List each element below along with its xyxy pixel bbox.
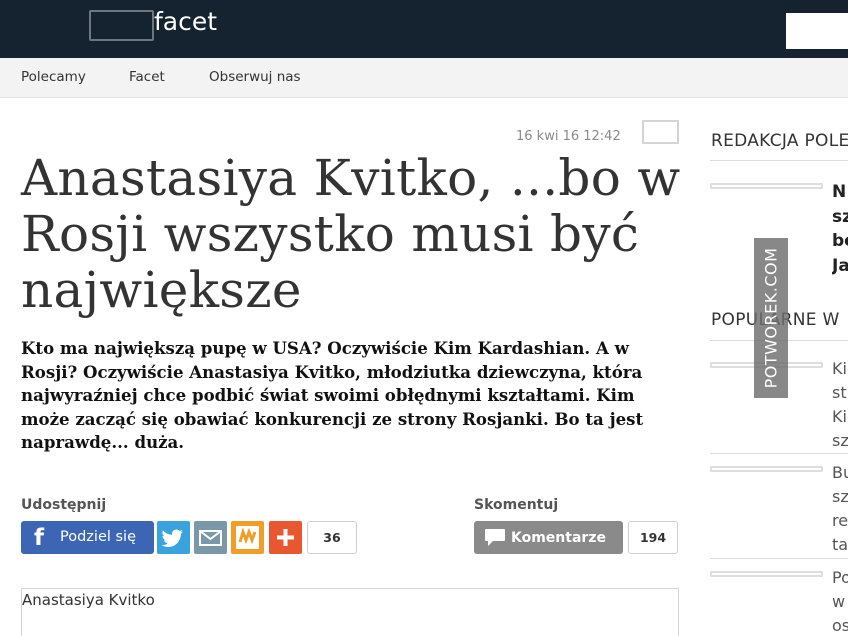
article-lead: Kto ma największą pupę w USA? Oczywiście…: [21, 338, 644, 452]
site-logo-text[interactable]: facet: [154, 6, 217, 38]
popular-line: ta: [832, 535, 848, 554]
popular-line: os: [832, 616, 848, 635]
popular-line: re: [832, 511, 848, 530]
popular-line: w: [832, 592, 846, 611]
watermark: POTWOREK.COM: [754, 238, 788, 398]
mail-icon: [199, 530, 222, 546]
sidebar-featured-text[interactable]: N sz be Ja: [832, 180, 848, 278]
popular-line: sz: [832, 431, 848, 450]
watermark-text: POTWOREK.COM: [761, 247, 781, 389]
popular-item-text[interactable]: Po w os: [832, 566, 848, 636]
logo-image-placeholder[interactable]: [89, 10, 154, 41]
sidebar-divider: [710, 453, 848, 454]
wykop-share-button[interactable]: [231, 521, 264, 554]
sidebar-thumb-placeholder[interactable]: [710, 466, 823, 472]
sidebar-line: sz: [832, 206, 848, 227]
comments-button[interactable]: Komentarze: [474, 521, 623, 554]
sidebar-heading-recommended: REDAKCJA POLECA: [711, 131, 848, 151]
sidebar-divider: [710, 160, 848, 161]
top-bar: facet: [0, 0, 848, 58]
comments-button-label: Komentarze: [511, 530, 606, 546]
sidebar-thumb-placeholder[interactable]: [710, 571, 823, 577]
search-input[interactable]: [786, 13, 848, 49]
popular-item-text[interactable]: Kie st Kie sz: [832, 357, 848, 453]
sidebar-thumb-placeholder[interactable]: [710, 183, 823, 189]
popular-line: Kie: [832, 359, 848, 378]
popular-line: st: [832, 383, 847, 402]
sidebar-line: N: [832, 182, 847, 202]
popular-line: Po: [832, 568, 848, 587]
facebook-share-button[interactable]: f Podziel się: [21, 521, 154, 554]
twitter-icon: [161, 529, 183, 547]
facebook-share-label: Podziel się: [60, 529, 137, 545]
more-share-button[interactable]: [269, 521, 302, 554]
nav-item-polecamy[interactable]: Polecamy: [21, 68, 86, 86]
wykop-icon: [236, 526, 259, 549]
article-title: Anastasiya Kvitko, ...bo w Rosji wszystk…: [21, 149, 681, 319]
main-nav: Polecamy Facet Obserwuj nas: [0, 58, 848, 98]
share-count-badge: 36: [307, 521, 357, 554]
facebook-icon: f: [34, 525, 45, 551]
meta-placeholder-box: [642, 120, 679, 144]
comments-count-badge: 194: [628, 521, 678, 554]
speech-bubble-icon: [485, 529, 505, 546]
sidebar-line: Ja: [832, 255, 848, 276]
share-label: Udostępnij: [21, 497, 107, 513]
popular-line: Bu: [832, 463, 848, 482]
nav-item-facet[interactable]: Facet: [129, 68, 165, 86]
sidebar-divider: [710, 558, 848, 559]
popular-line: Kie: [832, 407, 848, 426]
article-date: 16 kwi 16 12:42: [516, 129, 621, 144]
nav-item-obserwuj-nas[interactable]: Obserwuj nas: [209, 68, 301, 86]
image-caption: Anastasiya Kvitko: [22, 591, 155, 609]
mail-share-button[interactable]: [194, 521, 227, 554]
plus-icon: [277, 529, 294, 546]
popular-line: sz: [832, 487, 848, 506]
sidebar-line: be: [832, 231, 848, 251]
twitter-share-button[interactable]: [157, 521, 190, 554]
popular-item-text[interactable]: Bu sz re ta: [832, 461, 848, 557]
comment-label: Skomentuj: [474, 497, 559, 513]
